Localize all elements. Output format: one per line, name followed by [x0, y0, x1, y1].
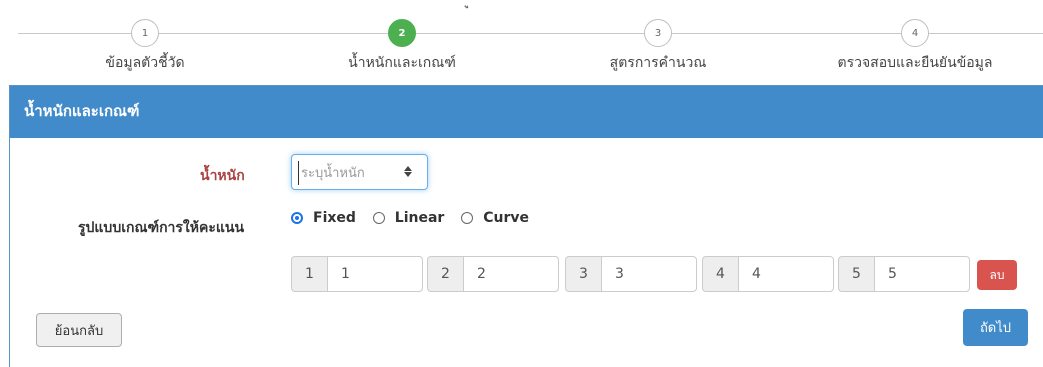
level-2-group: 2: [427, 256, 559, 292]
level-1-input[interactable]: [327, 256, 423, 292]
step-2-circle[interactable]: 2: [388, 19, 416, 47]
wizard-stepper: 1 ข้อมูลตัวชี้วัด 2 น้ำหนักและเกณฑ์ 3 สู…: [0, 0, 1043, 88]
level-4-addon: 4: [702, 256, 738, 292]
radio-curve-label: Curve: [483, 210, 529, 226]
step-4-circle[interactable]: 4: [901, 19, 929, 47]
radio-curve[interactable]: Curve: [461, 210, 529, 226]
radio-fixed-label: Fixed: [313, 210, 356, 226]
level-4-group: 4: [702, 256, 834, 292]
criteria-radio-group: Fixed Linear Curve: [291, 210, 541, 230]
delete-button[interactable]: ลบ: [977, 260, 1017, 290]
step-3-circle[interactable]: 3: [644, 19, 672, 47]
radio-curve-dot[interactable]: [461, 212, 474, 224]
weight-input[interactable]: [298, 161, 403, 185]
level-3-addon: 3: [565, 256, 601, 292]
level-3-group: 3: [565, 256, 697, 292]
stepper-line: [18, 33, 1043, 34]
step-1-label: ข้อมูลตัวชี้วัด: [105, 55, 185, 71]
step-3-label: สูตรการคำนวณ: [609, 55, 707, 71]
level-1-group: 1: [291, 256, 423, 292]
criteria-label: รูปแบบเกณฑ์การให้คะแนน: [78, 220, 245, 236]
weight-field[interactable]: [291, 154, 428, 190]
weight-spinner[interactable]: [403, 165, 413, 181]
radio-linear-dot[interactable]: [372, 212, 385, 224]
weight-criteria-panel: น้ำหนักและเกณฑ์ น้ำหนัก รูปแบบเกณฑ์การให…: [9, 85, 1043, 367]
level-2-addon: 2: [427, 256, 463, 292]
radio-linear[interactable]: Linear: [372, 210, 445, 226]
spinner-up-icon[interactable]: [404, 166, 412, 171]
back-button[interactable]: ย้อนกลับ: [36, 313, 122, 347]
level-4-input[interactable]: [738, 256, 834, 292]
spinner-down-icon[interactable]: [404, 172, 412, 177]
level-5-addon: 5: [838, 256, 874, 292]
level-1-addon: 1: [291, 256, 327, 292]
step-4-label: ตรวจสอบและยืนยันข้อมูล: [837, 55, 993, 71]
weight-label: น้ำหนัก: [200, 168, 245, 184]
level-5-input[interactable]: [874, 256, 970, 292]
level-3-input[interactable]: [601, 256, 697, 292]
radio-fixed-dot[interactable]: [291, 212, 303, 224]
step-2-label: น้ำหนักและเกณฑ์: [348, 55, 456, 71]
radio-fixed[interactable]: Fixed: [291, 210, 356, 226]
level-5-group: 5: [838, 256, 970, 292]
panel-title: น้ำหนักและเกณฑ์: [10, 86, 1043, 138]
level-2-input[interactable]: [463, 256, 559, 292]
next-button[interactable]: ถัดไป: [963, 309, 1028, 346]
step-1-circle[interactable]: 1: [131, 19, 159, 47]
radio-linear-label: Linear: [394, 210, 445, 226]
